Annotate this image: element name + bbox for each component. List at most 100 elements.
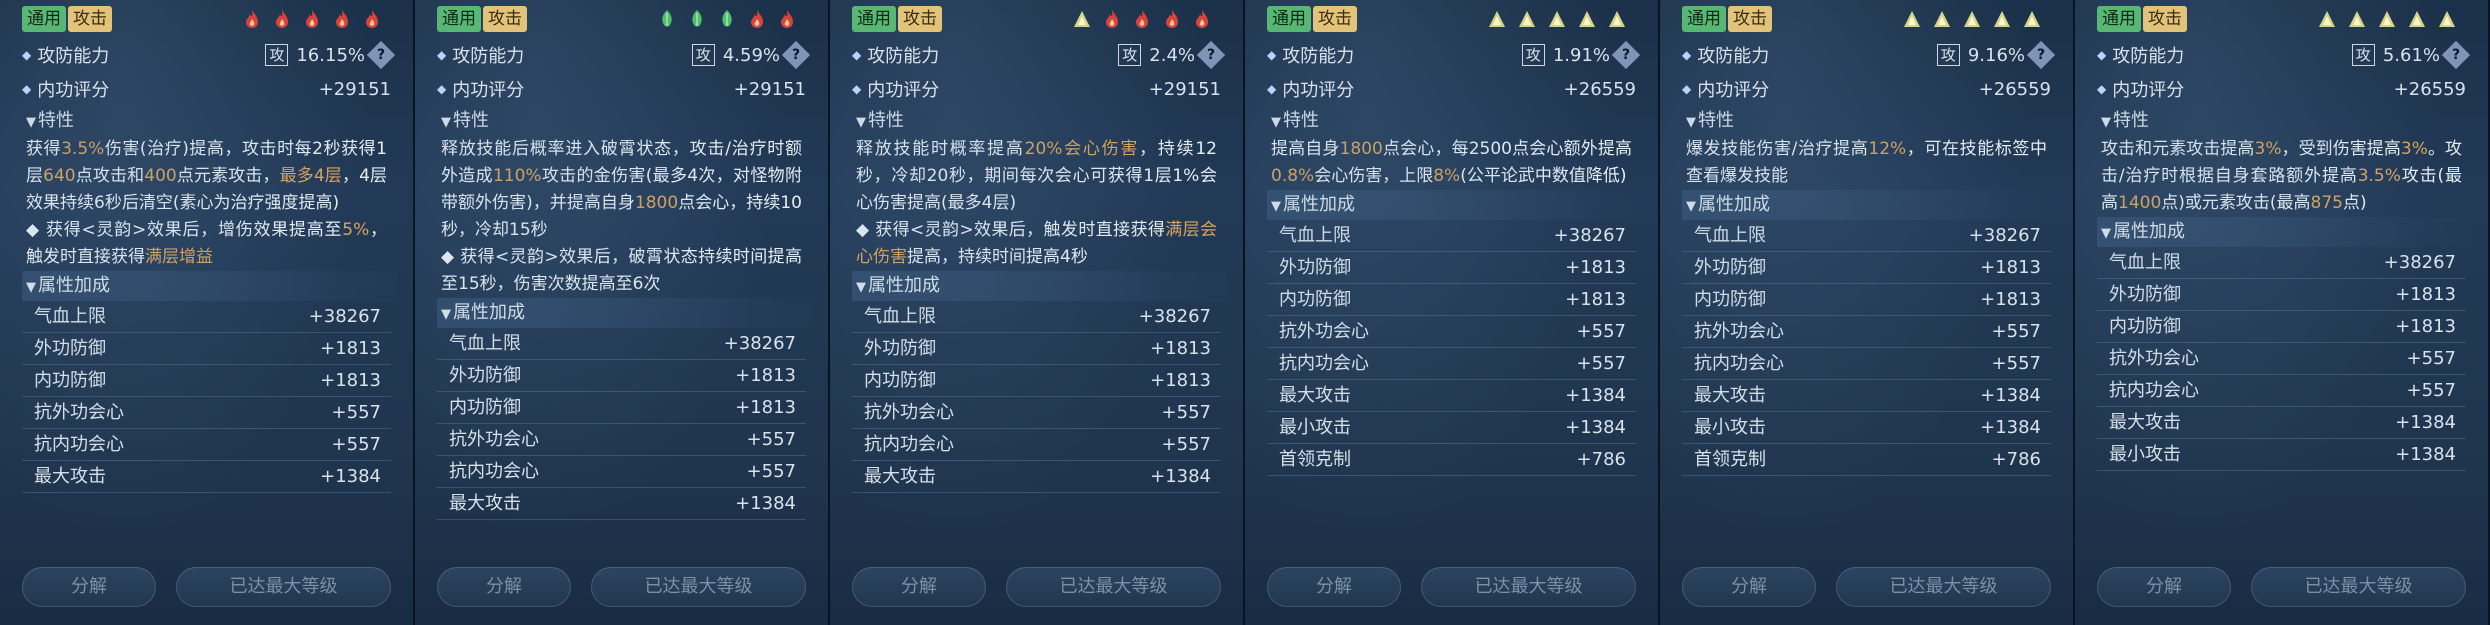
tab-general[interactable]: 通用 [1267, 6, 1311, 32]
trait-paragraph: ◆ 获得<灵韵>效果后，触发时直接获得满层会心伤害提高，持续时间提高4秒 [856, 217, 1217, 271]
fire-icon[interactable] [243, 9, 261, 29]
decompose-button[interactable]: 分解 [437, 567, 571, 607]
fire-icon[interactable] [1133, 9, 1151, 29]
fire-icon[interactable] [363, 9, 381, 29]
decompose-button[interactable]: 分解 [1682, 567, 1816, 607]
help-icon[interactable]: ? [2026, 40, 2056, 70]
action-buttons: 分解 已达最大等级 [437, 567, 806, 607]
stat-row: 外功防御 +1813 [22, 333, 391, 365]
triangle-icon[interactable] [1548, 9, 1566, 29]
max-level-button[interactable]: 已达最大等级 [1836, 567, 2051, 607]
max-level-button[interactable]: 已达最大等级 [176, 567, 391, 607]
triangle-icon[interactable] [1993, 9, 2011, 29]
triangle-icon[interactable] [1963, 9, 1981, 29]
stat-value: +1813 [2395, 316, 2456, 337]
attr-bonus-header[interactable]: ▼ 属性加成 [852, 271, 1227, 301]
max-level-button[interactable]: 已达最大等级 [591, 567, 806, 607]
tab-general[interactable]: 通用 [2097, 6, 2141, 32]
stat-row: 抗外功会心 +557 [1267, 316, 1636, 348]
tab-general[interactable]: 通用 [22, 6, 66, 32]
help-icon[interactable]: ? [781, 40, 811, 70]
triangle-icon[interactable] [2438, 9, 2456, 29]
attack-badge: 攻 [691, 44, 715, 66]
fire-icon[interactable] [333, 9, 351, 29]
gear-panel: 通用 攻击 ◆ 攻防能力攻 2.4%? ◆ 内功评分 +29151 ▼ 特性 释放技能时概率提高20… [830, 0, 1245, 625]
triangle-icon[interactable] [1488, 9, 1506, 29]
trait-paragraph: 攻击和元素攻击提高3%，受到伤害提高3%。攻击/治疗时根据自身套路额外提高3.5… [2101, 136, 2462, 217]
triangle-icon[interactable] [1608, 9, 1626, 29]
triangle-icon[interactable] [1933, 9, 1951, 29]
attr-bonus-header[interactable]: ▼ 属性加成 [2097, 217, 2472, 247]
trait-paragraph: 获得3.5%伤害(治疗)提高，攻击时每2秒获得1层640点攻击和400点元素攻击… [26, 136, 387, 217]
decompose-button[interactable]: 分解 [2097, 567, 2231, 607]
traits-header[interactable]: ▼ 特性 [1267, 106, 1636, 136]
trait-paragraph: ◆ 获得<灵韵>效果后，破霄状态持续时间提高至15秒，伤害次数提高至6次 [441, 244, 802, 298]
stat-value: +557 [331, 434, 381, 455]
stat-row: 气血上限 +38267 [1267, 220, 1636, 252]
tab-general[interactable]: 通用 [852, 6, 896, 32]
fire-icon[interactable] [1193, 9, 1211, 29]
triangle-icon[interactable] [1518, 9, 1536, 29]
attr-bonus-header[interactable]: ▼ 属性加成 [437, 298, 812, 328]
tab-general[interactable]: 通用 [1682, 6, 1726, 32]
stat-name: 最小攻击 [1279, 417, 1351, 438]
decompose-button[interactable]: 分解 [22, 567, 156, 607]
attack-defense-row: ◆ 攻防能力 攻 4.59%? [437, 38, 811, 72]
stat-name: 内功防御 [2109, 316, 2181, 337]
traits-header[interactable]: ▼ 特性 [1682, 106, 2051, 136]
fire-icon[interactable] [273, 9, 291, 29]
decompose-button[interactable]: 分解 [852, 567, 986, 607]
stat-value: +38267 [1968, 225, 2041, 246]
tab-attack[interactable]: 攻击 [1313, 6, 1357, 32]
stat-name: 最大攻击 [34, 466, 106, 487]
stat-row: 外功防御 +1813 [2097, 279, 2466, 311]
fire-icon[interactable] [1103, 9, 1121, 29]
fire-icon[interactable] [748, 9, 766, 29]
help-icon[interactable]: ? [1196, 40, 1226, 70]
caret-down-icon: ▼ [1271, 199, 1281, 214]
leaf-icon[interactable] [718, 9, 736, 29]
attr-bonus-header[interactable]: ▼ 属性加成 [1682, 190, 2057, 220]
help-icon[interactable]: ? [2441, 40, 2471, 70]
triangle-icon[interactable] [1578, 9, 1596, 29]
triangle-icon[interactable] [2378, 9, 2396, 29]
panel-strip: 通用 攻击 ◆ 攻防能力攻 16.15%? ◆ 内功评分 +29151 ▼ 特性 获得3.5%伤害(… [0, 0, 2490, 625]
stat-value: +786 [1991, 449, 2041, 470]
max-level-button[interactable]: 已达最大等级 [2251, 567, 2466, 607]
stat-value: +1813 [320, 338, 381, 359]
tab-general[interactable]: 通用 [437, 6, 481, 32]
triangle-icon[interactable] [2348, 9, 2366, 29]
decompose-button[interactable]: 分解 [1267, 567, 1401, 607]
max-level-button[interactable]: 已达最大等级 [1006, 567, 1221, 607]
triangle-icon[interactable] [1903, 9, 1921, 29]
stat-name: 抗外功会心 [864, 402, 954, 423]
stat-row: 最小攻击 +1384 [1682, 412, 2051, 444]
triangle-icon[interactable] [1073, 9, 1091, 29]
tab-attack[interactable]: 攻击 [898, 6, 942, 32]
leaf-icon[interactable] [688, 9, 706, 29]
fire-icon[interactable] [778, 9, 796, 29]
leaf-icon[interactable] [658, 9, 676, 29]
traits-header[interactable]: ▼ 特性 [852, 106, 1221, 136]
traits-header[interactable]: ▼ 特性 [22, 106, 391, 136]
fire-icon[interactable] [303, 9, 321, 29]
tab-attack[interactable]: 攻击 [483, 6, 527, 32]
fire-icon[interactable] [1163, 9, 1181, 29]
traits-header[interactable]: ▼ 特性 [2097, 106, 2466, 136]
tab-attack[interactable]: 攻击 [68, 6, 112, 32]
help-icon[interactable]: ? [1611, 40, 1641, 70]
tab-attack[interactable]: 攻击 [1728, 6, 1772, 32]
triangle-icon[interactable] [2408, 9, 2426, 29]
triangle-icon[interactable] [2023, 9, 2041, 29]
triangle-icon[interactable] [2318, 9, 2336, 29]
max-level-button[interactable]: 已达最大等级 [1421, 567, 1636, 607]
help-icon[interactable]: ? [366, 40, 396, 70]
traits-header[interactable]: ▼ 特性 [437, 106, 806, 136]
attr-bonus-header[interactable]: ▼ 属性加成 [22, 271, 397, 301]
stat-row: 抗外功会心 +557 [437, 424, 806, 456]
stat-value: +557 [746, 429, 796, 450]
stat-row: 内功防御 +1813 [1267, 284, 1636, 316]
trait-text: 提高，持续时间提高4秒 [907, 247, 1088, 267]
tab-attack[interactable]: 攻击 [2143, 6, 2187, 32]
attr-bonus-header[interactable]: ▼ 属性加成 [1267, 190, 1642, 220]
